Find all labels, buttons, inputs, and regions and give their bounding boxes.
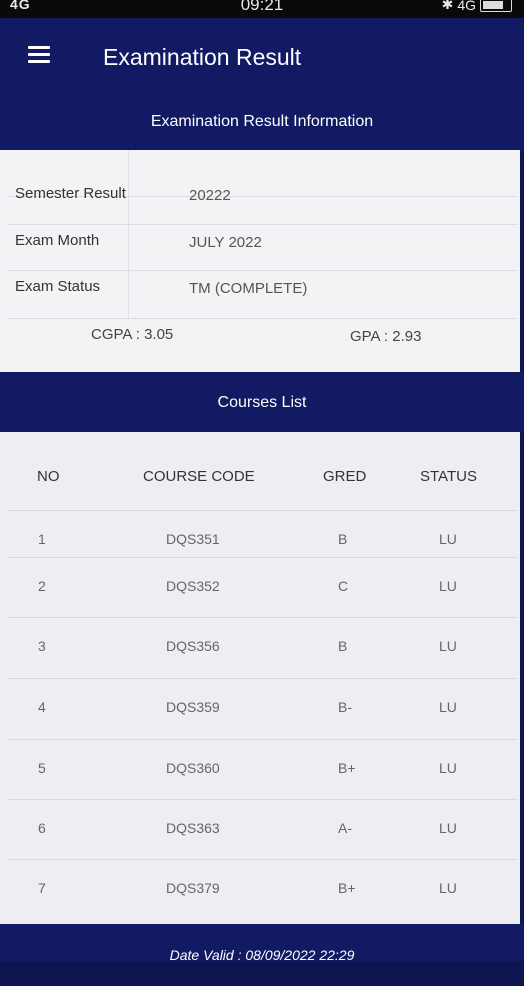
table-row: 7 DQS379 B+ LU [8,859,518,920]
header-no: NO [37,468,60,485]
course-status: LU [439,820,457,836]
courses-list-title: Courses List [0,372,524,432]
network-right: 4G [457,0,476,13]
exam-status-value: TM (COMPLETE) [189,280,308,297]
app-bar: Examination Result [0,18,524,100]
table-row: 2 DQS352 C LU [8,557,518,618]
row-no: 1 [38,531,46,547]
course-code: DQS379 [166,880,220,896]
course-code: DQS359 [166,699,220,715]
course-status: LU [439,699,457,715]
course-code: DQS356 [166,638,220,654]
grade: A- [338,820,352,836]
row-no: 7 [38,880,46,896]
gpa-value: GPA : 2.93 [350,328,422,345]
header-gred: GRED [323,468,367,485]
course-status: LU [439,578,457,594]
page-title: Examination Result [103,44,302,70]
grade: B [338,638,348,654]
result-info-card: Semester Result 20222 Exam Month JULY 20… [0,150,520,372]
battery-icon [480,0,512,12]
course-code: DQS360 [166,760,220,776]
row-no: 5 [38,760,46,776]
table-row: 3 DQS356 B LU [8,617,518,678]
table-row: 5 DQS360 B+ LU [8,739,518,800]
table-row: 4 DQS359 B- LU [8,678,518,739]
status-icons: ✱ 4G [442,0,512,13]
course-code: DQS351 [166,531,220,547]
row-no: 4 [38,699,46,715]
header-course-code: COURSE CODE [143,468,255,485]
row-no: 2 [38,578,46,594]
grade: B [338,531,348,547]
courses-table: NO COURSE CODE GRED STATUS 1 DQS351 B LU… [0,432,520,924]
header-status: STATUS [420,468,477,485]
column-divider [128,150,129,318]
course-code: DQS363 [166,820,220,836]
grade: B+ [338,880,356,896]
gpa-row: CGPA : 3.05 GPA : 2.93 [8,318,518,364]
row-no: 3 [38,638,46,654]
cgpa-value: CGPA : 3.05 [91,326,174,343]
bluetooth-icon: ✱ [441,0,454,12]
course-status: LU [439,760,457,776]
exam-status-label: Exam Status [15,278,101,295]
status-row: Exam Status TM (COMPLETE) [8,270,518,319]
hamburger-menu-icon[interactable] [28,46,50,64]
exam-month-value: JULY 2022 [189,234,262,251]
row-sep-1 [8,180,518,225]
row-no: 6 [38,820,46,836]
exam-month-label: Exam Month [15,232,100,249]
course-status: LU [439,531,457,547]
section-title: Examination Result Information [0,100,524,152]
month-row: Exam Month JULY 2022 [8,224,518,271]
grade: B+ [338,760,356,776]
date-valid-footer: Date Valid : 08/09/2022 22:29 [0,924,524,963]
grade: C [338,578,349,594]
grade: B- [338,699,352,715]
course-status: LU [439,880,457,896]
course-code: DQS352 [166,578,220,594]
course-status: LU [439,638,457,654]
table-row: 6 DQS363 A- LU [8,799,518,860]
status-bar: 4G 09:21 ✱ 4G [0,0,524,18]
